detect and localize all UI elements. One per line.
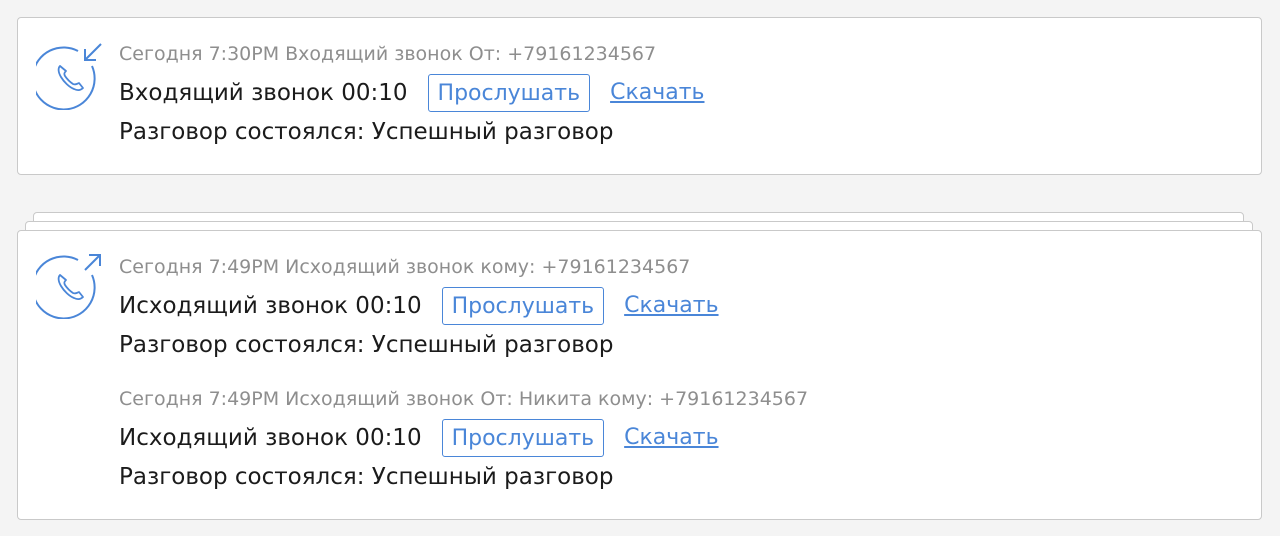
call-entry: Сегодня 7:49PM Исходящий звонок От: Ники… (119, 387, 808, 491)
call-main-line: Входящий звонок 00:10 Прослушать Скачать (119, 74, 704, 112)
download-link[interactable]: Скачать (624, 424, 718, 452)
call-entry: Сегодня 7:49PM Исходящий звонок кому: +7… (119, 255, 719, 359)
call-title: Исходящий звонок 00:10 (119, 293, 422, 319)
listen-button[interactable]: Прослушать (427, 74, 591, 112)
listen-button[interactable]: Прослушать (441, 419, 605, 457)
call-main-line: Исходящий звонок 00:10 Прослушать Скачат… (119, 287, 719, 325)
download-link[interactable]: Скачать (624, 292, 718, 320)
call-title: Входящий звонок 00:10 (119, 80, 408, 106)
call-card-incoming: Сегодня 7:30PM Входящий звонок От: +7916… (17, 17, 1262, 175)
call-result: Разговор состоялся: Успешный разговор (119, 332, 614, 358)
call-result: Разговор состоялся: Успешный разговор (119, 464, 614, 490)
call-card-outgoing-group: Сегодня 7:49PM Исходящий звонок кому: +7… (17, 230, 1262, 520)
call-meta: Сегодня 7:49PM Исходящий звонок От: Ники… (119, 388, 809, 410)
call-meta: Сегодня 7:49PM Исходящий звонок кому: +7… (119, 256, 691, 278)
call-meta: Сегодня 7:30PM Входящий звонок От: +7916… (119, 43, 657, 65)
outgoing-call-icon (36, 254, 101, 319)
call-title: Исходящий звонок 00:10 (119, 425, 422, 451)
call-result: Разговор состоялся: Успешный разговор (119, 119, 614, 145)
listen-button[interactable]: Прослушать (441, 287, 605, 325)
call-main-line: Исходящий звонок 00:10 Прослушать Скачат… (119, 419, 808, 457)
incoming-call-icon (36, 43, 102, 110)
download-link[interactable]: Скачать (610, 79, 704, 107)
call-entry: Сегодня 7:30PM Входящий звонок От: +7916… (119, 42, 704, 146)
